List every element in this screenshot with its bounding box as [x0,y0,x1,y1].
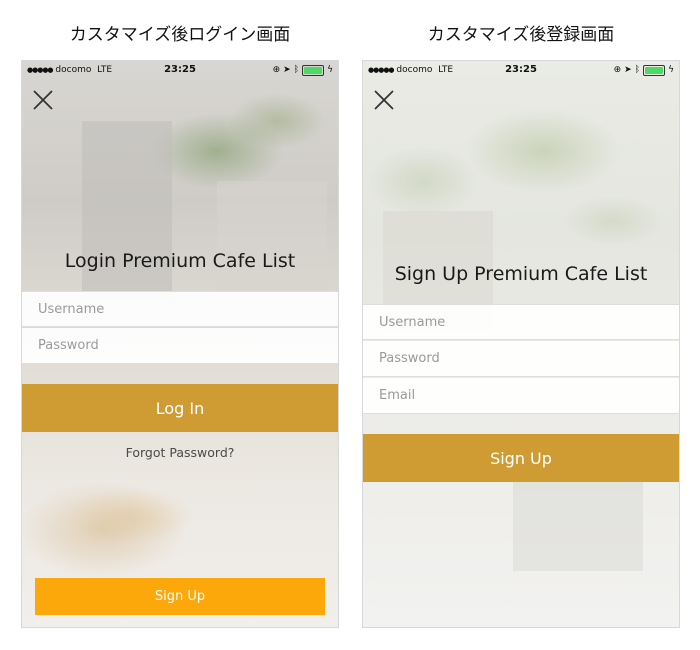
email-field[interactable] [363,378,679,414]
caption-login-screen: カスタマイズ後ログイン画面 [69,25,291,45]
bluetooth-icon: ᛒ [293,65,300,75]
status-bar: ●●●●● docomo LTE 23:25 ⊕ ➤ ᛒ ϟ [363,61,679,79]
username-field[interactable] [22,291,338,327]
close-button[interactable] [373,89,397,113]
charging-icon: ϟ [327,65,333,75]
password-field[interactable] [22,328,338,364]
password-input[interactable] [363,341,679,376]
username-field[interactable] [363,304,679,340]
signup-button[interactable]: Sign Up [35,578,325,615]
login-button[interactable]: Log In [22,384,338,432]
password-field[interactable] [363,341,679,377]
location-icon: ➤ [283,65,291,75]
signup-title: Sign Up Premium Cafe List [394,263,648,285]
rotation-lock-icon: ⊕ [613,65,622,75]
forgot-password-link[interactable]: Forgot Password? [22,445,338,460]
close-icon [374,90,394,110]
location-icon: ➤ [624,65,632,75]
battery-icon [643,64,666,76]
close-button[interactable] [32,89,56,113]
username-input[interactable] [363,305,679,339]
status-bar: ●●●●● docomo LTE 23:25 ⊕ ➤ ᛒ ϟ [22,61,338,79]
password-input[interactable] [22,328,338,363]
caption-signup-screen: カスタマイズ後登録画面 [427,25,615,45]
signup-button[interactable]: Sign Up [363,434,679,482]
login-screen: ●●●●● docomo LTE 23:25 ⊕ ➤ ᛒ ϟ Login Pre… [21,60,339,628]
rotation-lock-icon: ⊕ [272,65,281,75]
charging-icon: ϟ [668,65,674,75]
username-input[interactable] [22,292,338,326]
battery-icon [302,64,325,76]
email-input[interactable] [363,378,679,413]
bluetooth-icon: ᛒ [634,65,641,75]
login-title: Login Premium Cafe List [64,250,296,272]
signup-screen: ●●●●● docomo LTE 23:25 ⊕ ➤ ᛒ ϟ Sign Up P… [362,60,680,628]
close-icon [33,90,53,110]
